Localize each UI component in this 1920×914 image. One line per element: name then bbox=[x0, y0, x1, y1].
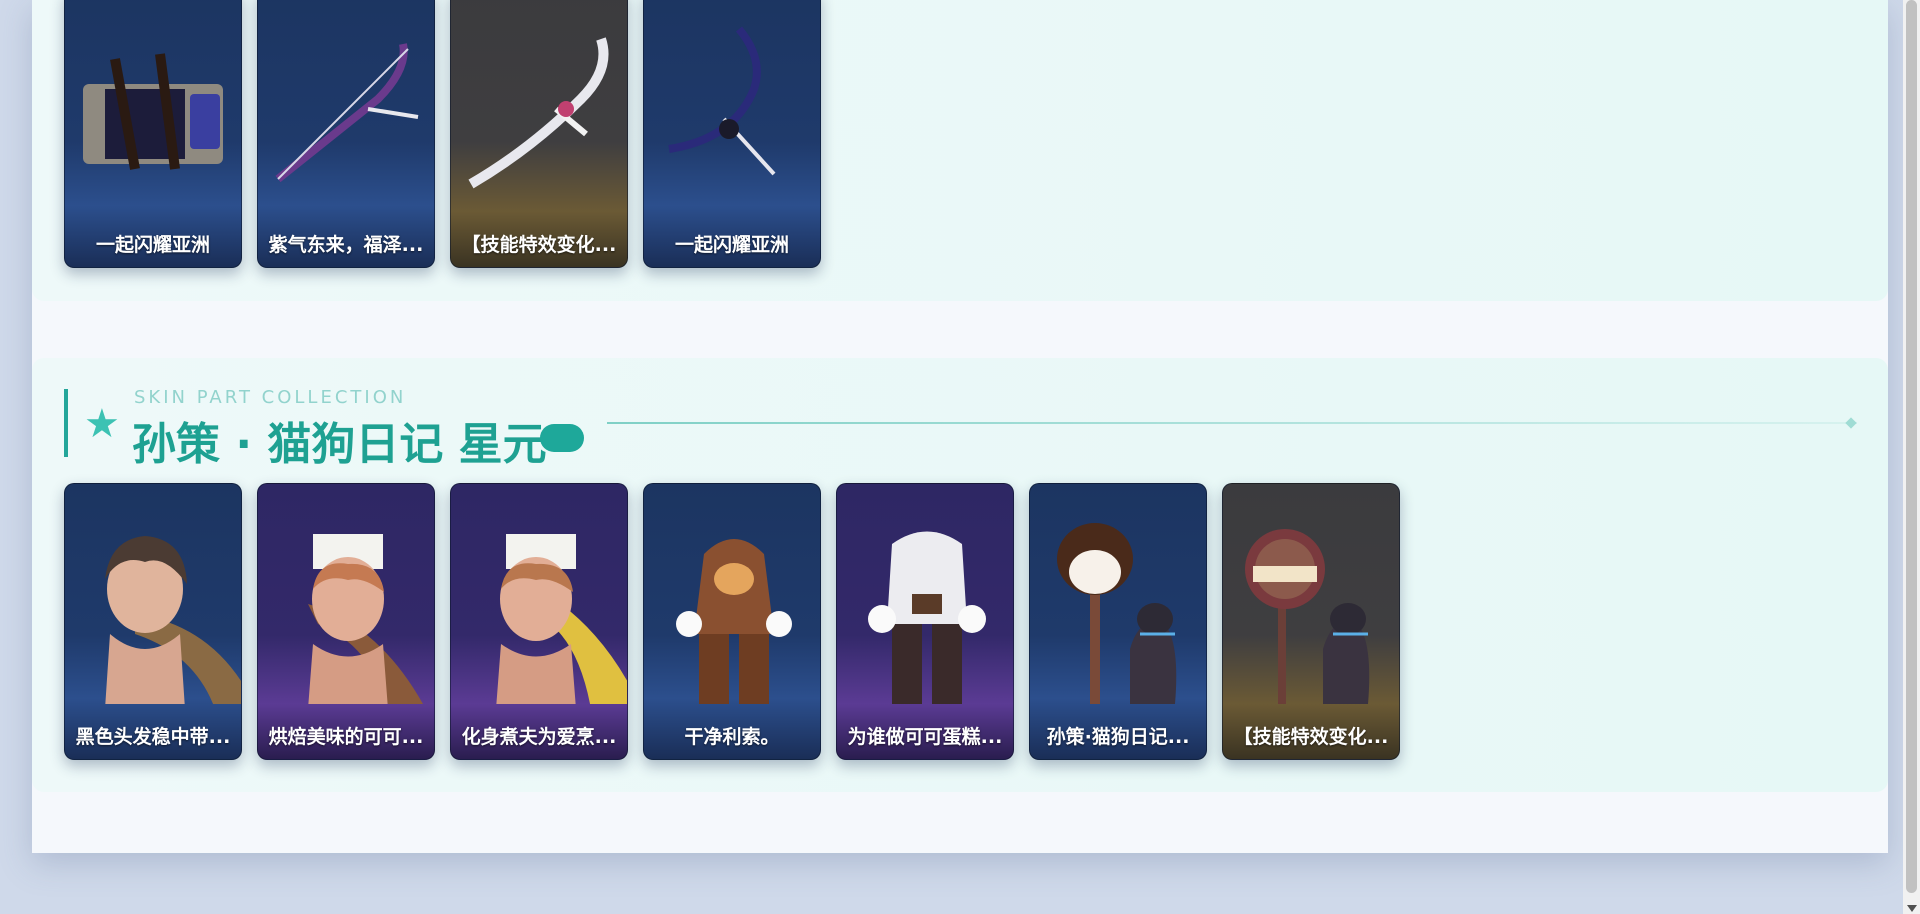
skin-card-label: 黑色头发稳中带... bbox=[75, 726, 231, 748]
skin-card[interactable]: 化身煮夫为爱烹... bbox=[450, 483, 628, 760]
skin-card-label: 一起闪耀亚洲 bbox=[674, 234, 789, 256]
skin-card[interactable]: 一起闪耀亚洲 bbox=[643, 0, 821, 268]
skin-card[interactable]: 孙策·猫狗日记... bbox=[1029, 483, 1207, 760]
skin-card-label: 烘焙美味的可可... bbox=[268, 726, 424, 748]
scroll-down-arrow-icon[interactable] bbox=[1907, 905, 1917, 912]
skin-card-label: 紫气东来，福泽... bbox=[268, 234, 424, 256]
section-eyebrow: SKIN PART COLLECTION bbox=[134, 387, 407, 408]
section-title: 孙策 · 猫狗日记 星元 bbox=[132, 419, 547, 470]
section-pill bbox=[540, 424, 584, 452]
character-head-icon bbox=[496, 534, 627, 704]
dog-staff-icon bbox=[1057, 523, 1177, 704]
skin-card[interactable]: 干净利索。 bbox=[643, 483, 821, 760]
scrollbar-thumb[interactable] bbox=[1906, 0, 1917, 893]
skin-card-label: 【技能特效变化... bbox=[1233, 726, 1389, 748]
skin-card-label: 干净利索。 bbox=[684, 726, 780, 748]
character-head-icon bbox=[308, 534, 423, 704]
skin-card[interactable]: 为谁做可可蛋糕... bbox=[836, 483, 1014, 760]
bow-icon bbox=[668, 26, 776, 176]
skin-card-label: 【技能特效变化... bbox=[461, 234, 617, 256]
skin-card[interactable]: 【技能特效变化... bbox=[450, 0, 628, 268]
collection-card-row: 黑色头发稳中带... 烘焙美味的可可... 化身煮夫为爱烹... 干净利索。 为… bbox=[64, 483, 1400, 760]
skin-card-label: 为谁做可可蛋糕... bbox=[847, 726, 1003, 748]
skin-card[interactable]: 黑色头发稳中带... bbox=[64, 483, 242, 760]
treasure-chest-icon bbox=[83, 53, 223, 170]
bow-icon bbox=[468, 37, 609, 189]
bow-icon bbox=[275, 43, 419, 183]
skin-card[interactable]: 紫气东来，福泽... bbox=[257, 0, 435, 268]
character-head-icon bbox=[105, 536, 241, 704]
skin-card[interactable]: 【技能特效变化... bbox=[1222, 483, 1400, 760]
skin-card[interactable]: 烘焙美味的可可... bbox=[257, 483, 435, 760]
section-divider bbox=[607, 422, 1857, 424]
skin-card[interactable]: 一起闪耀亚洲 bbox=[64, 0, 242, 268]
top-card-row: 一起闪耀亚洲 紫气东来，福泽... 【技能特效变化... 一起闪耀亚洲 bbox=[64, 0, 821, 268]
skin-card-label: 孙策·猫狗日记... bbox=[1046, 726, 1190, 748]
cake-shop-sign-icon bbox=[1245, 529, 1370, 704]
skin-card-label: 化身煮夫为爱烹... bbox=[461, 726, 617, 748]
skin-card-label: 一起闪耀亚洲 bbox=[95, 234, 210, 256]
vertical-scrollbar[interactable] bbox=[1903, 0, 1920, 914]
star-icon: ★ bbox=[84, 401, 120, 447]
section-accent-bar bbox=[64, 389, 68, 457]
outfit-icon bbox=[676, 539, 792, 704]
outfit-icon bbox=[868, 531, 986, 704]
